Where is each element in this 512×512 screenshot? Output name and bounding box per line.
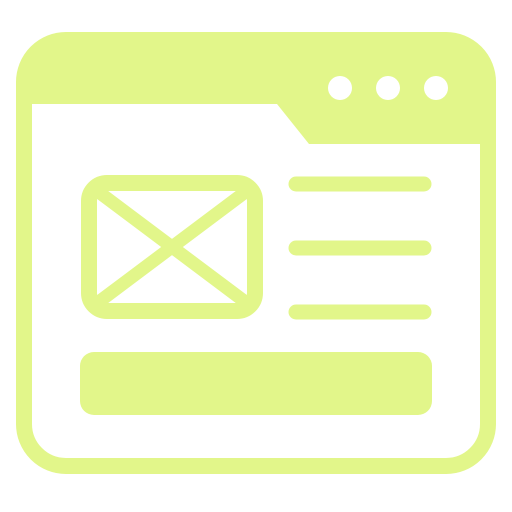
icon-canvas bbox=[0, 0, 512, 512]
window-dot-2 bbox=[376, 76, 400, 100]
action-bar bbox=[80, 352, 432, 415]
browser-window-email-template-icon bbox=[16, 32, 496, 474]
window-dot-1 bbox=[328, 76, 352, 100]
window-dot-3 bbox=[424, 76, 448, 100]
image-placeholder-icon bbox=[81, 175, 263, 319]
window-header bbox=[24, 40, 488, 144]
